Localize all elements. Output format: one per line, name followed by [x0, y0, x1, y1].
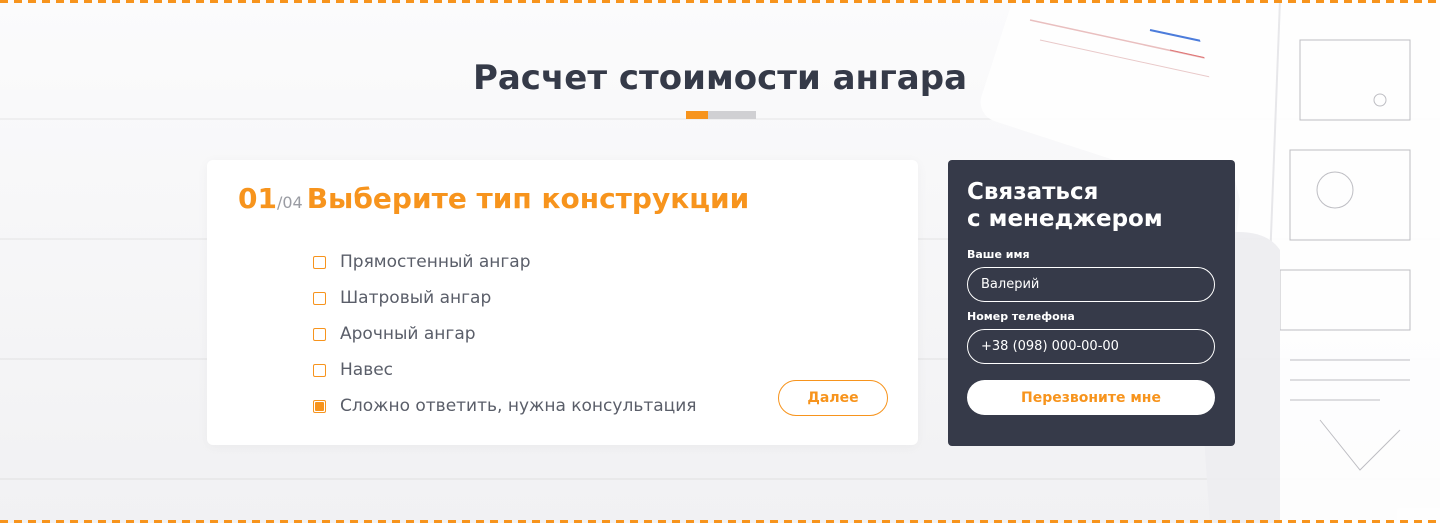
title-underline-track — [708, 111, 756, 119]
contact-title-line2: с менеджером — [967, 206, 1163, 232]
checkbox-checked-icon[interactable] — [313, 399, 326, 413]
top-dashed-border — [0, 0, 1440, 3]
contact-manager-panel: Связаться с менеджером Ваше имя Номер те… — [948, 160, 1235, 446]
title-underline — [686, 111, 756, 119]
contact-title-line1: Связаться — [967, 179, 1099, 205]
option-label: Арочный ангар — [340, 324, 476, 344]
phone-label: Номер телефона — [967, 310, 1075, 323]
title-underline-accent — [686, 111, 708, 119]
option-label: Шатровый ангар — [340, 288, 492, 308]
name-field[interactable] — [967, 267, 1215, 302]
checkbox-icon[interactable] — [313, 327, 326, 341]
checkbox-icon[interactable] — [313, 255, 326, 269]
quiz-card: 01 /04 Выберите тип конструкции Прямосте… — [207, 160, 918, 445]
name-label: Ваше имя — [967, 248, 1030, 261]
option-label: Сложно ответить, нужна консультация — [340, 396, 697, 416]
option-shatrovy[interactable]: Шатровый ангар — [313, 280, 697, 316]
construction-type-options: Прямостенный ангар Шатровый ангар Арочны… — [313, 244, 697, 424]
phone-field[interactable] — [967, 329, 1215, 364]
step-heading: 01 /04 Выберите тип конструкции — [238, 182, 749, 215]
step-total: /04 — [276, 193, 303, 212]
option-pryamostenny[interactable]: Прямостенный ангар — [313, 244, 697, 280]
option-label: Прямостенный ангар — [340, 252, 531, 272]
option-arochny[interactable]: Арочный ангар — [313, 316, 697, 352]
option-naves[interactable]: Навес — [313, 352, 697, 388]
option-consultation[interactable]: Сложно ответить, нужна консультация — [313, 388, 697, 424]
step-title: Выберите тип конструкции — [306, 182, 750, 215]
checkbox-icon[interactable] — [313, 291, 326, 305]
callback-button[interactable]: Перезвоните мне — [967, 380, 1215, 415]
contact-title: Связаться с менеджером — [967, 179, 1163, 233]
page-title: Расчет стоимости ангара — [472, 58, 968, 98]
step-current: 01 — [238, 182, 277, 215]
option-label: Навес — [340, 360, 394, 380]
checkbox-icon[interactable] — [313, 363, 326, 377]
next-button[interactable]: Далее — [778, 380, 888, 416]
